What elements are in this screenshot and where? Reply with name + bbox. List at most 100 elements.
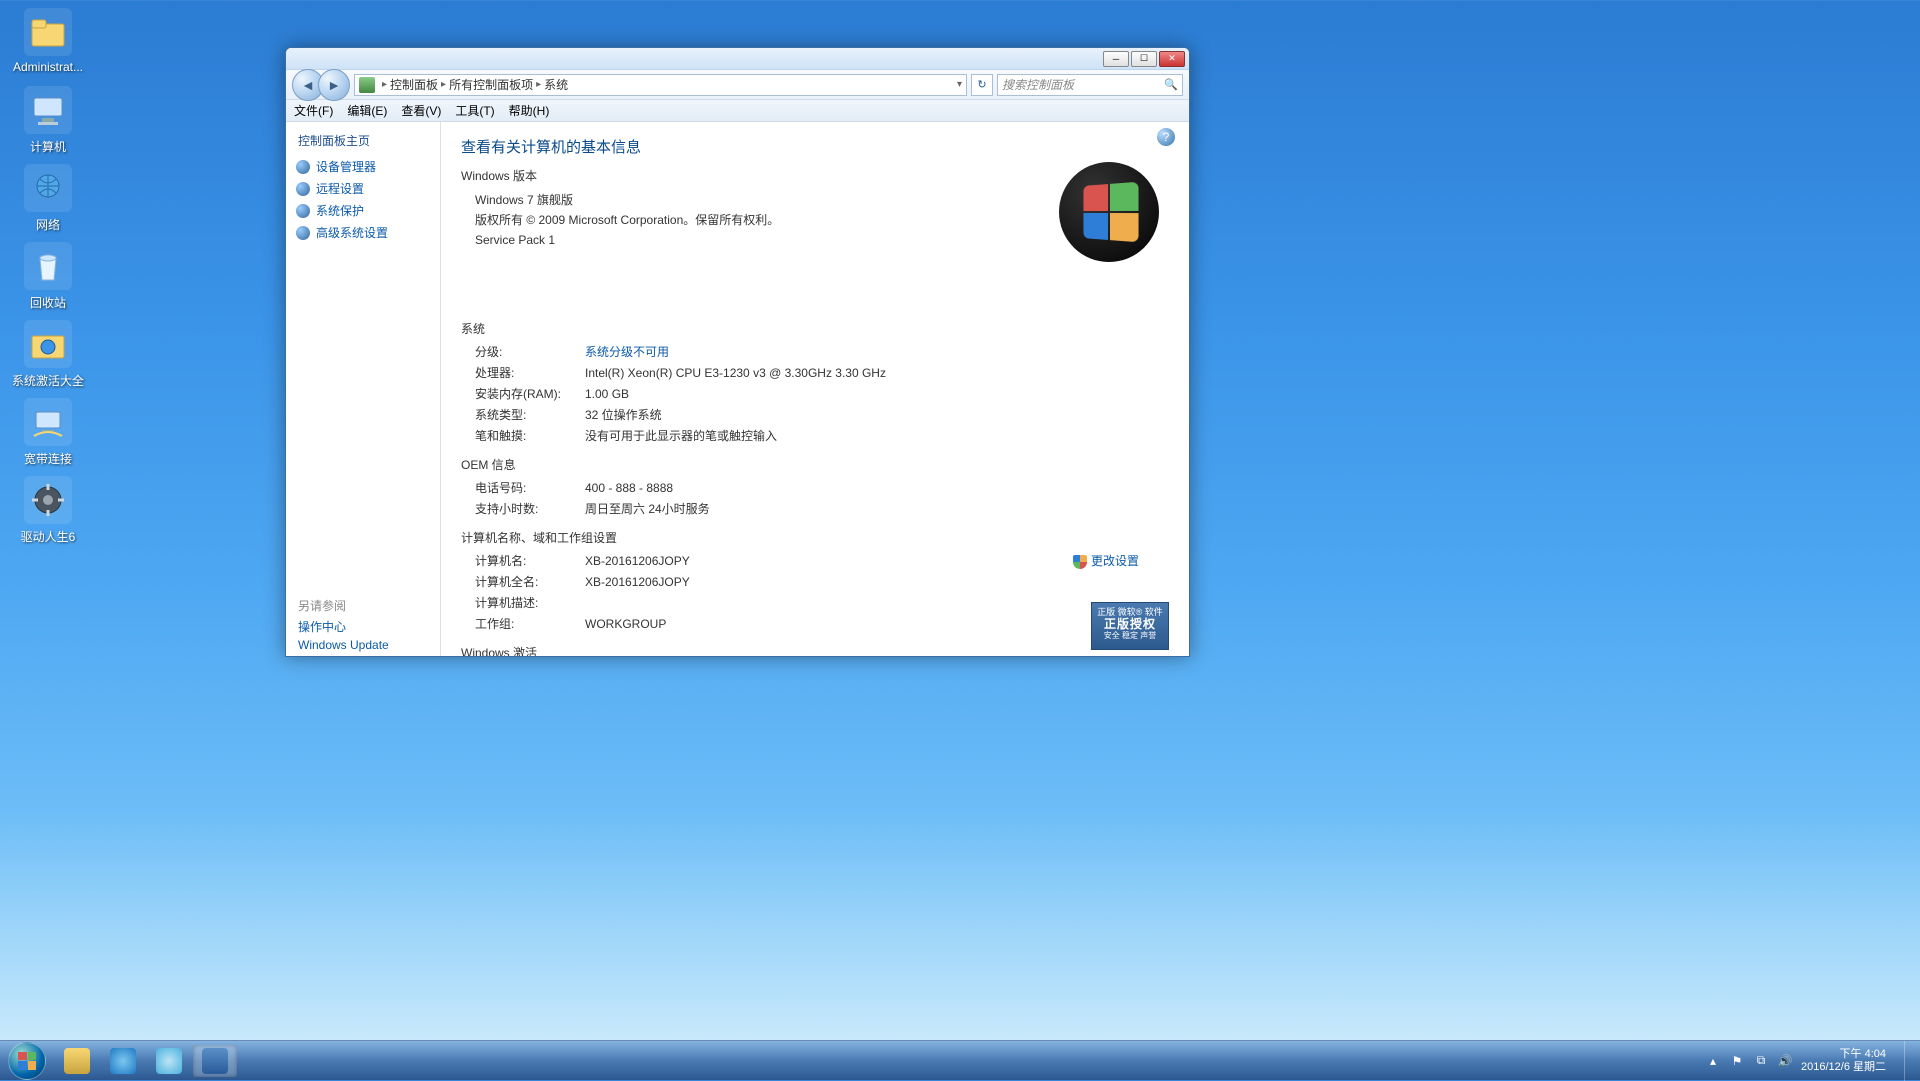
see-also-action-center[interactable]: 操作中心 (298, 618, 428, 635)
icon-label: 网络 (10, 216, 86, 233)
genuine-text: 正版授权 (1094, 618, 1166, 630)
pen-label: 笔和触摸: (475, 427, 585, 446)
section-windows-edition: Windows 版本 (461, 167, 1169, 184)
breadcrumb-item[interactable]: 控制面板 (390, 76, 438, 93)
page-title: 查看有关计算机的基本信息 (461, 136, 1169, 157)
cdesc-value (585, 594, 1169, 613)
maximize-button[interactable]: ☐ (1131, 51, 1157, 67)
see-also-heading: 另请参阅 (298, 597, 428, 614)
change-settings-link[interactable]: 更改设置 (1073, 552, 1139, 571)
tray-chevron-icon[interactable]: ▴ (1705, 1053, 1721, 1069)
sidebar-link-label: 系统保护 (316, 202, 364, 219)
close-button[interactable]: ✕ (1159, 51, 1185, 67)
icon-label: 回收站 (10, 294, 86, 311)
desktop-icon-activation[interactable]: 系统激活大全 (10, 320, 86, 389)
desktop-icon-recycle-bin[interactable]: 回收站 (10, 242, 86, 311)
desktop-icon-driver[interactable]: 驱动人生6 (10, 476, 86, 545)
pen-value: 没有可用于此显示器的笔或触控输入 (585, 427, 1169, 446)
taskbar-app[interactable] (147, 1045, 191, 1077)
rating-label: 分级: (475, 343, 585, 362)
network-icon (24, 164, 72, 212)
hours-value: 周日至周六 24小时服务 (585, 500, 1169, 519)
cfull-label: 计算机全名: (475, 573, 585, 592)
rating-link[interactable]: 系统分级不可用 (585, 343, 1169, 362)
tray-flag-icon[interactable]: ⚑ (1729, 1053, 1745, 1069)
genuine-badge[interactable]: 正版 微软® 软件 正版授权 安全 稳定 声誉 (1091, 602, 1169, 650)
see-also-performance[interactable]: 性能信息和工具 (298, 655, 428, 657)
address-bar: ◄ ► ▸ 控制面板 ▸ 所有控制面板项 ▸ 系统 ▾ ↻ 搜索控制面板 (286, 70, 1189, 100)
breadcrumb-bar[interactable]: ▸ 控制面板 ▸ 所有控制面板项 ▸ 系统 ▾ (354, 74, 967, 96)
menu-view[interactable]: 查看(V) (401, 102, 441, 119)
menu-tools[interactable]: 工具(T) (455, 102, 494, 119)
start-button[interactable] (8, 1042, 46, 1080)
breadcrumb-item[interactable]: 系统 (544, 76, 568, 93)
desktop-icon-computer[interactable]: 计算机 (10, 86, 86, 155)
sidebar: 控制面板主页 设备管理器 远程设置 系统保护 高级系统设置 另请参阅 操作中心 … (286, 122, 441, 656)
cdesc-label: 计算机描述: (475, 594, 585, 613)
type-value: 32 位操作系统 (585, 406, 1169, 425)
sidebar-system-protection[interactable]: 系统保护 (294, 201, 432, 220)
minimize-button[interactable]: ─ (1103, 51, 1129, 67)
refresh-button[interactable]: ↻ (971, 74, 993, 96)
chevron-right-icon: ▸ (441, 79, 446, 90)
sidebar-remote-settings[interactable]: 远程设置 (294, 179, 432, 198)
system-tray: ▴ ⚑ ⧉ 🔊 下午 4:04 2016/12/6 星期二 (1705, 1041, 1912, 1081)
sidebar-link-label: 高级系统设置 (316, 224, 388, 241)
see-also-windows-update[interactable]: Windows Update (298, 638, 428, 652)
taskbar: ▴ ⚑ ⧉ 🔊 下午 4:04 2016/12/6 星期二 (0, 1040, 1920, 1080)
section-oem: OEM 信息 (461, 456, 1169, 473)
show-desktop-button[interactable] (1904, 1041, 1912, 1081)
wg-value: WORKGROUP (585, 615, 1169, 634)
desktop-icon-network[interactable]: 网络 (10, 164, 86, 233)
chevron-right-icon: ▸ (382, 79, 387, 90)
menubar: 文件(F) 编辑(E) 查看(V) 工具(T) 帮助(H) (286, 100, 1189, 122)
ie-icon (110, 1048, 136, 1074)
icon-label: 驱动人生6 (10, 528, 86, 545)
tray-network-icon[interactable]: ⧉ (1753, 1053, 1769, 1069)
menu-help[interactable]: 帮助(H) (509, 102, 550, 119)
cname-label: 计算机名: (475, 552, 585, 571)
bullet-icon (296, 160, 310, 174)
help-icon[interactable]: ? (1157, 128, 1175, 146)
desktop-icon-broadband[interactable]: 宽带连接 (10, 398, 86, 467)
breadcrumb-item[interactable]: 所有控制面板项 (449, 76, 533, 93)
sidebar-link-label: 远程设置 (316, 180, 364, 197)
menu-file[interactable]: 文件(F) (294, 102, 333, 119)
titlebar: ─ ☐ ✕ (286, 48, 1189, 70)
sidebar-link-label: 设备管理器 (316, 158, 376, 175)
control-panel-icon (202, 1048, 228, 1074)
sidebar-device-manager[interactable]: 设备管理器 (294, 157, 432, 176)
cpu-value: Intel(R) Xeon(R) CPU E3-1230 v3 @ 3.30GH… (585, 364, 1169, 383)
ram-label: 安装内存(RAM): (475, 385, 585, 404)
sidebar-advanced-settings[interactable]: 高级系统设置 (294, 223, 432, 242)
change-settings-label: 更改设置 (1091, 552, 1139, 571)
sidebar-home-link[interactable]: 控制面板主页 (298, 132, 428, 149)
breadcrumb-dropdown[interactable]: ▾ (957, 79, 962, 90)
cpu-label: 处理器: (475, 364, 585, 383)
tray-clock[interactable]: 下午 4:04 2016/12/6 星期二 (1801, 1048, 1886, 1074)
section-computer-name: 计算机名称、域和工作组设置 (461, 529, 1169, 546)
type-label: 系统类型: (475, 406, 585, 425)
folder-ie-icon (24, 320, 72, 368)
folder-user-icon (24, 8, 72, 56)
cfull-value: XB-20161206JOPY (585, 573, 1169, 592)
recycle-bin-icon (24, 242, 72, 290)
taskbar-ie[interactable] (101, 1045, 145, 1077)
system-window: ─ ☐ ✕ ◄ ► ▸ 控制面板 ▸ 所有控制面板项 ▸ 系统 ▾ ↻ 搜索控制… (285, 47, 1190, 657)
search-input[interactable]: 搜索控制面板 (997, 74, 1183, 96)
section-system: 系统 (461, 320, 1169, 337)
bullet-icon (296, 226, 310, 240)
content-pane: ? 查看有关计算机的基本信息 Windows 版本 Windows 7 旗舰版 … (441, 122, 1189, 656)
gear-icon (24, 476, 72, 524)
section-activation: Windows 激活 (461, 644, 1169, 656)
tray-volume-icon[interactable]: 🔊 (1777, 1053, 1793, 1069)
folder-icon (64, 1048, 90, 1074)
menu-edit[interactable]: 编辑(E) (347, 102, 387, 119)
taskbar-explorer[interactable] (55, 1045, 99, 1077)
taskbar-control-panel[interactable] (193, 1045, 237, 1077)
bullet-icon (296, 182, 310, 196)
computer-icon (24, 86, 72, 134)
desktop-icon-administrator[interactable]: Administrat... (10, 8, 86, 74)
windows-logo-icon (1059, 162, 1159, 262)
nav-forward-button[interactable]: ► (318, 69, 350, 101)
